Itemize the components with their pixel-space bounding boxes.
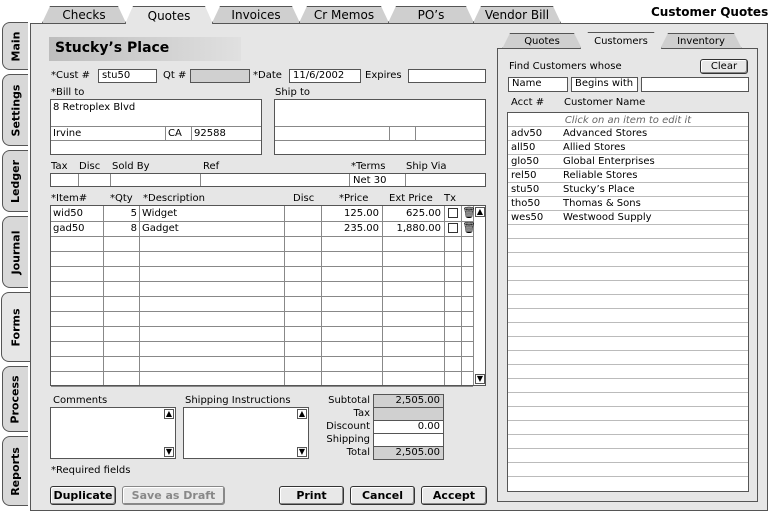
left-tab-label: Forms — [9, 307, 23, 347]
left-tab-main[interactable]: Main — [2, 22, 28, 70]
left-tab-ledger[interactable]: Ledger — [2, 150, 28, 212]
tab-label: Cr Memos — [313, 8, 375, 22]
left-tab-label: Journal — [9, 230, 22, 274]
tab-label: Quotes — [147, 8, 191, 23]
tab-label: Checks — [62, 8, 106, 22]
tab-pos[interactable]: PO’s — [388, 6, 474, 23]
left-tab-settings[interactable]: Settings — [2, 74, 28, 146]
tab-label: PO’s — [417, 8, 445, 22]
tab-label: Invoices — [231, 8, 281, 22]
tab-checks[interactable]: Checks — [42, 6, 126, 23]
left-tab-label: Reports — [9, 446, 22, 496]
left-tab-label: Ledger — [9, 159, 23, 203]
tab-vendor-bill[interactable]: Vendor Bill — [473, 6, 561, 23]
left-tab-forms[interactable]: Forms — [1, 292, 30, 362]
left-tab-label: Settings — [9, 84, 22, 136]
tab-label: Vendor Bill — [484, 8, 550, 22]
left-tab-label: Process — [9, 374, 22, 424]
tab-quotes[interactable]: Quotes — [125, 6, 213, 24]
left-tab-label: Main — [9, 31, 23, 61]
tab-cr-memos[interactable]: Cr Memos — [299, 6, 389, 23]
left-tab-reports[interactable]: Reports — [2, 436, 28, 506]
left-tab-journal[interactable]: Journal — [2, 216, 28, 288]
tab-invoices[interactable]: Invoices — [212, 6, 300, 23]
window-title: Customer Quotes — [651, 5, 769, 19]
main-panel — [30, 23, 768, 511]
left-tab-process[interactable]: Process — [2, 366, 28, 432]
app-window: Main Settings Ledger Journal Forms Proce… — [0, 0, 770, 514]
